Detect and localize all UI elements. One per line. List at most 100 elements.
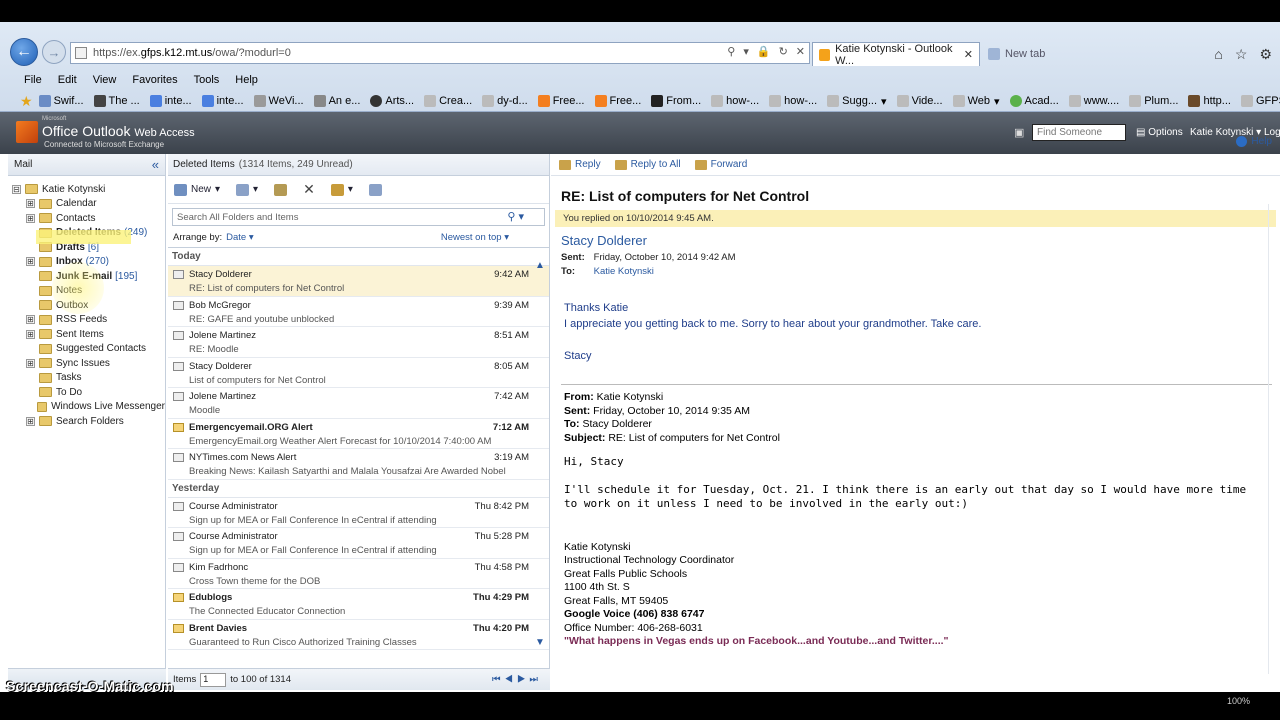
print-button[interactable] bbox=[368, 183, 382, 196]
scroll-up-icon[interactable]: ▲ bbox=[535, 260, 545, 271]
move-button[interactable] bbox=[274, 183, 288, 196]
favorites-star-icon[interactable]: ★ bbox=[20, 93, 33, 110]
search-icon[interactable]: ⚲ ▾ bbox=[507, 210, 524, 223]
categorize-button[interactable]: ▾ bbox=[330, 183, 353, 196]
favorite-link[interactable]: GFPS... bbox=[1240, 95, 1280, 107]
favorite-link[interactable]: From... bbox=[651, 95, 701, 107]
favorite-link[interactable]: how-... bbox=[711, 95, 759, 107]
menu-favorites[interactable]: Favorites bbox=[124, 74, 185, 86]
folder-item[interactable]: Windows Live Messenger bbox=[8, 400, 165, 415]
to-recipient[interactable]: Katie Kotynski bbox=[594, 266, 654, 277]
message-row[interactable]: Edublogs The Connected Educator Connectio… bbox=[168, 589, 549, 620]
page-input[interactable]: 1 bbox=[200, 672, 227, 687]
folder-item[interactable]: Suggested Contacts bbox=[8, 342, 165, 357]
message-row[interactable]: Jolene Martinez Moodle 7:42 AM bbox=[168, 388, 549, 419]
sender-name[interactable]: Stacy Dolderer bbox=[561, 233, 1280, 248]
favorite-link[interactable]: how-... bbox=[769, 95, 817, 107]
menu-tools[interactable]: Tools bbox=[186, 74, 228, 86]
reply-button[interactable]: Reply bbox=[559, 159, 601, 170]
favorite-link[interactable]: An e... bbox=[313, 95, 360, 107]
tab-outlook[interactable]: Katie Kotynski - Outlook W... ✕ bbox=[812, 42, 980, 67]
folder-item[interactable]: ⊞ RSS Feeds bbox=[8, 313, 165, 328]
menu-edit[interactable]: Edit bbox=[50, 74, 85, 86]
favorite-link[interactable]: Arts... bbox=[370, 95, 414, 107]
reply-all-button[interactable]: Reply to All bbox=[614, 159, 681, 170]
search-input[interactable]: Search All Folders and Items ⚲ ▾ bbox=[172, 208, 545, 226]
favorite-link[interactable]: Crea... bbox=[424, 95, 472, 107]
favorite-link[interactable]: Plum... bbox=[1129, 95, 1178, 107]
message-row[interactable]: Jolene Martinez RE: Moodle 8:51 AM bbox=[168, 327, 549, 358]
find-someone-input[interactable]: Find Someone bbox=[1032, 124, 1126, 141]
favorite-link[interactable]: www.... bbox=[1068, 95, 1119, 107]
menu-view[interactable]: View bbox=[85, 74, 125, 86]
help-link[interactable]: Help bbox=[1236, 136, 1272, 147]
expand-icon[interactable]: ⊞ bbox=[26, 199, 35, 209]
tab-new[interactable]: New tab bbox=[982, 42, 1122, 66]
folder-item[interactable]: ⊞ Search Folders bbox=[8, 414, 165, 429]
new-button[interactable]: New ▾ bbox=[174, 183, 220, 196]
favorite-link[interactable]: inte... bbox=[149, 95, 192, 107]
message-row[interactable]: Course Administrator Sign up for MEA or F… bbox=[168, 528, 549, 559]
message-row[interactable]: Emergencyemail.ORG Alert EmergencyEmail.o… bbox=[168, 419, 549, 449]
folder-item[interactable]: ⊞ Contacts bbox=[8, 211, 165, 226]
message-row[interactable]: NYTimes.com News Alert Breaking News: Kai… bbox=[168, 449, 549, 480]
zoom-level[interactable]: 100% bbox=[1227, 696, 1250, 706]
message-row[interactable]: Stacy Dolderer RE: List of computers for … bbox=[168, 266, 549, 297]
reading-scrollbar[interactable] bbox=[1268, 204, 1276, 674]
favorite-link[interactable]: Free... bbox=[537, 95, 585, 107]
folder-item[interactable]: ⊞ Sync Issues bbox=[8, 356, 165, 371]
home-icon[interactable]: ⌂ bbox=[1214, 46, 1222, 63]
favorite-link[interactable]: dy-d... bbox=[482, 95, 528, 107]
favorite-link[interactable]: WeVi... bbox=[253, 95, 304, 107]
close-tab-icon[interactable]: ✕ bbox=[964, 48, 973, 61]
expand-icon[interactable]: ⊞ bbox=[26, 257, 35, 267]
options-link[interactable]: ▤ Options bbox=[1136, 127, 1183, 138]
delete-button[interactable]: ✕ bbox=[303, 181, 315, 198]
forward-mail-button[interactable]: Forward bbox=[694, 159, 747, 170]
refresh-icon[interactable]: ↻ bbox=[779, 45, 788, 58]
favorite-link[interactable]: Sugg... ▾ bbox=[827, 95, 887, 108]
page-navigation[interactable]: ⏮◀▶⏭ bbox=[492, 674, 542, 685]
menu-help[interactable]: Help bbox=[227, 74, 266, 86]
menu-file[interactable]: File bbox=[16, 74, 50, 86]
scroll-down-icon[interactable]: ▼ bbox=[535, 637, 545, 648]
expand-icon[interactable]: ⊞ bbox=[26, 213, 35, 223]
message-row[interactable]: Brent Davies Guaranteed to Run Cisco Auth… bbox=[168, 620, 549, 650]
search-icon[interactable]: ⚲ bbox=[727, 45, 735, 58]
message-row[interactable]: Course Administrator Sign up for MEA or F… bbox=[168, 498, 549, 528]
favorite-link[interactable]: Acad... bbox=[1009, 95, 1059, 107]
folder-item[interactable]: ⊟ Katie Kotynski bbox=[8, 182, 165, 197]
back-button[interactable]: ← bbox=[10, 38, 38, 66]
lock-icon[interactable]: 🔒 bbox=[757, 45, 771, 58]
list-scrollbar[interactable]: ▲ ▼ bbox=[535, 260, 547, 648]
dropdown-icon[interactable]: ▾ bbox=[743, 45, 749, 58]
tools-gear-icon[interactable]: ⚙ bbox=[1259, 46, 1272, 63]
collapse-icon[interactable]: « bbox=[152, 157, 159, 172]
message-row[interactable]: Stacy Dolderer List of computers for Net … bbox=[168, 358, 549, 388]
folder-item[interactable]: Tasks bbox=[8, 371, 165, 386]
expand-icon[interactable]: ⊞ bbox=[26, 358, 35, 368]
favorite-link[interactable]: Web ▾ bbox=[952, 95, 1000, 108]
favorite-link[interactable]: Swif... bbox=[38, 95, 84, 107]
address-bar[interactable]: https://ex.gfps.k12.mt.us/owa/?modurl=0 … bbox=[70, 42, 810, 64]
expand-icon[interactable]: ⊟ bbox=[12, 184, 21, 194]
folder-item[interactable]: ⊞ Calendar bbox=[8, 197, 165, 212]
arrange-by-dropdown[interactable]: Date ▾ bbox=[226, 232, 253, 243]
expand-icon[interactable]: ⊞ bbox=[26, 329, 35, 339]
expand-icon[interactable]: ⊞ bbox=[26, 315, 35, 325]
favorite-link[interactable]: inte... bbox=[201, 95, 244, 107]
message-row[interactable]: Kim Fadrhonc Cross Town theme for the DOB… bbox=[168, 559, 549, 589]
favorite-link[interactable]: Vide... bbox=[896, 95, 943, 107]
favorite-link[interactable]: Free... bbox=[594, 95, 641, 107]
favorites-star-icon[interactable]: ☆ bbox=[1235, 46, 1248, 63]
view-button[interactable]: ▾ bbox=[236, 183, 258, 196]
folder-item[interactable]: ⊞ Sent Items bbox=[8, 327, 165, 342]
expand-icon[interactable]: ⊞ bbox=[26, 416, 35, 426]
favorite-link[interactable]: The ... bbox=[93, 95, 140, 107]
folder-item[interactable]: To Do bbox=[8, 385, 165, 400]
stop-icon[interactable]: ✕ bbox=[796, 45, 805, 58]
forward-button[interactable]: → bbox=[42, 40, 66, 64]
address-book-icon[interactable]: ▣ bbox=[1014, 126, 1024, 139]
sort-order-dropdown[interactable]: Newest on top ▾ bbox=[441, 232, 509, 243]
message-row[interactable]: Bob McGregor RE: GAFE and youtube unblock… bbox=[168, 297, 549, 327]
